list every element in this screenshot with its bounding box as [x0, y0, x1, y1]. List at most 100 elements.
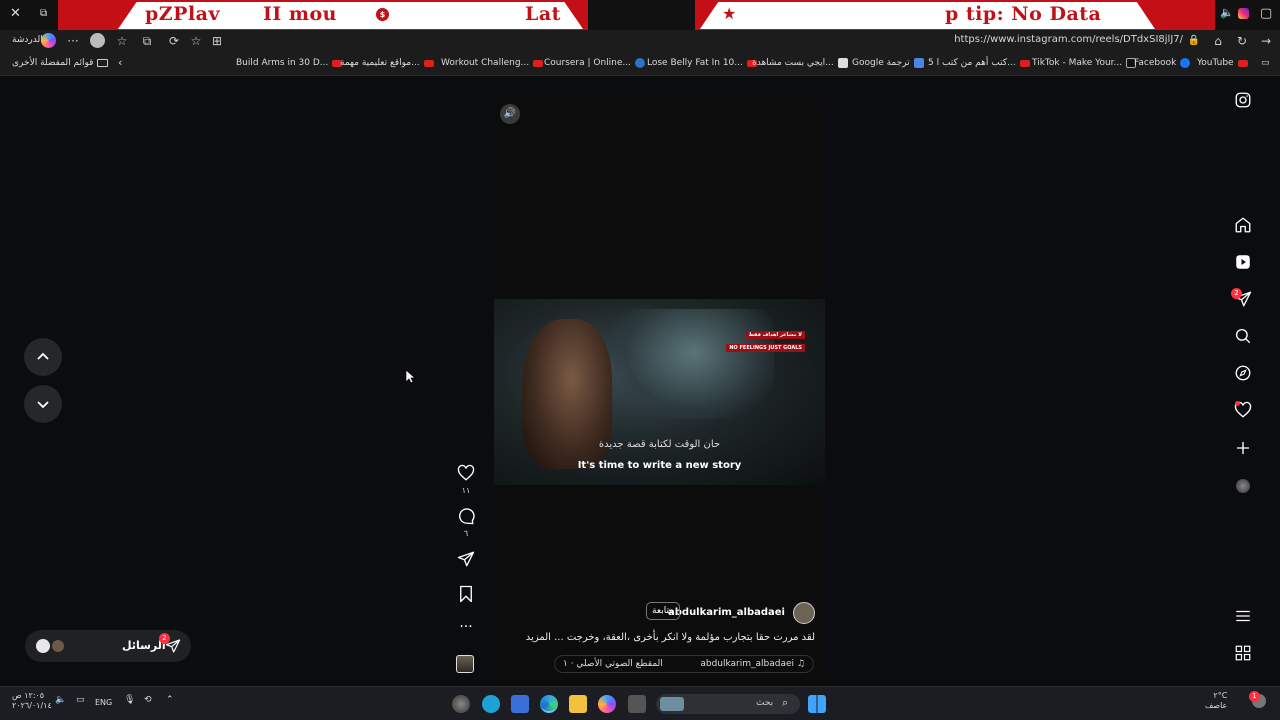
bookmark-item[interactable]: Google ترجمة	[852, 58, 924, 68]
maximize-icon[interactable]: ▢	[1260, 6, 1272, 21]
home-nav-icon[interactable]	[1234, 216, 1252, 234]
youtube-icon	[423, 59, 434, 67]
home-icon[interactable]: ⌂	[1210, 33, 1226, 49]
bookmark-item[interactable]: ايجي بست مشاهدة...	[752, 58, 848, 68]
reel-audio-pill[interactable]: abdulkarim_albadaei ♫ المقطع الصوتي الأص…	[554, 655, 814, 673]
coursera-icon	[635, 58, 646, 68]
youtube-icon	[1237, 59, 1248, 67]
mute-toggle-icon[interactable]: 🔊	[500, 104, 520, 124]
reel-caption[interactable]: لقد مررت حقا بتجارب مؤلمة ولا انكر بأخرى…	[526, 632, 815, 643]
split-screen-icon[interactable]: ⊞	[209, 33, 225, 49]
search-nav-icon[interactable]	[1234, 327, 1252, 345]
original-audio-label: المقطع الصوتي الأصلي · ١	[563, 659, 663, 669]
microphone-icon[interactable]: 🎙	[124, 695, 135, 705]
more-menu-icon[interactable]: ···	[65, 33, 81, 49]
bookmark-label: مواقع تعليمية مهمة...	[340, 58, 420, 68]
notification-dot	[1235, 401, 1240, 406]
audio-thumbnail[interactable]	[456, 655, 474, 673]
like-count: ١١	[461, 486, 471, 495]
back-arrow-icon[interactable]: →	[1258, 33, 1274, 49]
like-button[interactable]: ١١	[456, 464, 476, 495]
bookmark-label: Coursera | Online...	[544, 58, 632, 68]
favorites-icon[interactable]: ☆	[114, 33, 130, 49]
taskbar-file-explorer[interactable]	[569, 695, 587, 713]
taskbar-task-view[interactable]	[628, 695, 646, 713]
next-reel-button[interactable]	[24, 385, 62, 423]
clock[interactable]: ١٢:٠٥ ص ٢٠٢٦/٠١/١٤	[12, 691, 52, 711]
author-avatar[interactable]	[793, 602, 815, 624]
instagram-logo-icon[interactable]	[1234, 91, 1252, 109]
search-highlight-image	[660, 697, 684, 711]
page-icon	[837, 58, 848, 68]
address-bar[interactable]: https://www.instagram.com/reels/DTdxSI8j…	[954, 34, 1183, 45]
bookmark-item[interactable]: Facebook	[1134, 58, 1191, 68]
bookmark-item[interactable]: Lose Belly Fat In 10...	[647, 58, 757, 68]
taskbar-copilot[interactable]	[598, 695, 616, 713]
chat-label[interactable]: الدردشة	[12, 35, 43, 45]
reels-nav-icon[interactable]	[1234, 253, 1252, 271]
weather-desc: عاصف	[1205, 701, 1228, 710]
bookmark-item[interactable]: Coursera | Online...	[544, 58, 646, 68]
create-nav-icon[interactable]	[1234, 439, 1252, 457]
explore-nav-icon[interactable]	[1234, 364, 1252, 382]
comment-icon	[459, 508, 475, 525]
bookmark-item[interactable]: مواقع تعليمية مهمة...	[340, 58, 434, 68]
profile-avatar[interactable]	[90, 33, 105, 48]
search-placeholder: بحث	[756, 698, 774, 708]
bookmark-label: Build Arms in 30 D...	[236, 58, 329, 68]
more-apps-nav-icon[interactable]	[1234, 644, 1252, 662]
share-button[interactable]	[456, 550, 476, 572]
collections-icon[interactable]: ⧉	[139, 33, 155, 49]
tray-chevron-icon[interactable]: ⌃	[166, 695, 174, 705]
taskbar-edge-dev[interactable]	[482, 695, 500, 713]
reload-icon[interactable]: ↻	[1234, 33, 1250, 49]
browser-toolbar: الدردشة ··· ☆ ⧉ ⟳ ☆ ⊞ https://www.instag…	[0, 30, 1280, 52]
taskbar-app-1[interactable]	[452, 695, 470, 713]
weather-widget[interactable]: ٢°C عاصف	[1205, 691, 1227, 711]
previous-reel-button[interactable]	[24, 338, 62, 376]
bookmark-item[interactable]: TikTok - Make Your...	[1032, 58, 1137, 68]
comment-button[interactable]: ٦	[456, 507, 476, 538]
profile-nav-avatar[interactable]	[1236, 479, 1250, 493]
direct-badge: 2	[1231, 288, 1242, 299]
input-language[interactable]: ENG	[95, 698, 112, 707]
speaker-icon[interactable]: 🔈	[1220, 6, 1234, 19]
author-username[interactable]: abdulkarim_albadaei	[668, 607, 785, 618]
chevron-up-icon	[37, 352, 49, 360]
copilot-icon[interactable]	[41, 33, 56, 48]
bookmarks-menu-icon[interactable]: ▭	[1261, 58, 1270, 68]
volume-icon[interactable]: 🔈	[55, 695, 66, 705]
add-favorite-icon[interactable]: ☆	[188, 33, 204, 49]
reel-video[interactable]: لا مشاعر اهداف فقط NO FEELINGS JUST GOAL…	[494, 299, 825, 485]
messages-pill[interactable]: الرسائل 2	[25, 630, 191, 662]
close-icon[interactable]: ✕	[10, 6, 21, 21]
taskbar-store[interactable]	[511, 695, 529, 713]
refresh-icon[interactable]: ⟳	[166, 33, 182, 49]
instagram-tab-icon[interactable]	[1238, 8, 1249, 19]
taskbar-edge[interactable]	[540, 695, 558, 713]
bookmarks-bar: قوائم المفضلة الأخرى ‹ Build Arms in 30 …	[0, 52, 1280, 76]
bookmark-label: ايجي بست مشاهدة...	[752, 58, 834, 68]
menu-nav-icon[interactable]	[1234, 607, 1252, 625]
reel-player[interactable]: 🔊 لا مشاعر اهداف فقط NO FEELINGS JUST GO…	[494, 98, 825, 686]
restore-icon[interactable]: ⧉	[40, 8, 47, 19]
windows-start-icon[interactable]	[808, 695, 826, 713]
lock-icon[interactable]: 🔒	[1186, 33, 1202, 49]
banner-text-4: p tip: No Data	[945, 3, 1102, 25]
taskbar-search[interactable]: بحث ⌕	[656, 694, 800, 714]
bookmark-label: Google ترجمة	[852, 58, 910, 68]
sync-icon[interactable]: ⟲	[144, 695, 152, 705]
translate-icon	[913, 58, 924, 68]
more-options-icon[interactable]: ···	[456, 620, 476, 634]
bookmarks-scroll-left-icon[interactable]: ‹	[118, 56, 122, 69]
bookmark-item[interactable]: Workout Challeng...	[441, 58, 544, 68]
bookmark-icon	[460, 585, 472, 603]
bookmark-item[interactable]: 5 كتب أهم من كتب ا...	[928, 58, 1030, 68]
follow-button[interactable]: متابعة	[646, 602, 680, 620]
bookmark-item[interactable]: YouTube	[1197, 58, 1248, 68]
bookmark-folder-other[interactable]: قوائم المفضلة الأخرى	[12, 58, 109, 68]
banner-text-2: II mou	[263, 3, 337, 25]
save-button[interactable]	[456, 585, 476, 607]
bookmark-item[interactable]: Build Arms in 30 D...	[236, 58, 343, 68]
network-icon[interactable]: ▭	[76, 695, 85, 705]
